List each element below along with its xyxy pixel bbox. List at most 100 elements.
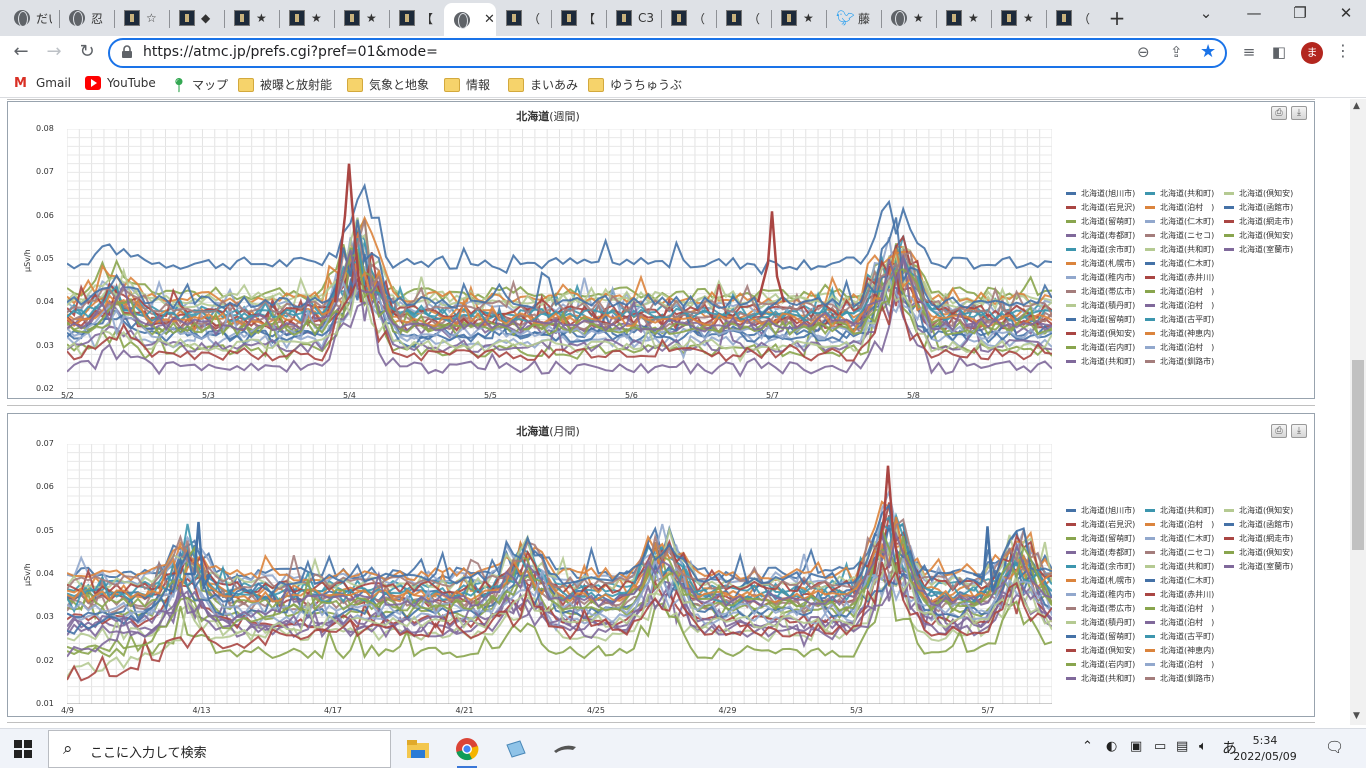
legend-item[interactable]: 北海道(倶知安) bbox=[1224, 188, 1293, 199]
legend-item[interactable]: 北海道(岩内町) bbox=[1066, 659, 1135, 670]
legend-item[interactable]: 北海道(共和町) bbox=[1145, 244, 1214, 255]
legend-item[interactable]: 北海道(札幌市) bbox=[1066, 575, 1135, 586]
legend-item[interactable]: 北海道(室蘭市) bbox=[1224, 561, 1293, 572]
scroll-up-arrow[interactable]: ▲ bbox=[1353, 101, 1360, 111]
legend-item[interactable]: 北海道(釧路市) bbox=[1145, 673, 1214, 684]
browser-tab[interactable]: ☆ bbox=[114, 3, 169, 33]
bookmark-item[interactable]: まいあみ bbox=[508, 76, 578, 93]
legend-item[interactable]: 北海道(網走市) bbox=[1224, 533, 1293, 544]
chrome-taskbar-icon[interactable] bbox=[453, 735, 481, 768]
page-scrollbar[interactable]: ▲ ▼ bbox=[1350, 99, 1366, 725]
browser-tab[interactable]: ★ bbox=[334, 3, 389, 33]
legend-item[interactable]: 北海道(仁木町) bbox=[1145, 533, 1214, 544]
legend-item[interactable]: 北海道(留萌町) bbox=[1066, 216, 1135, 227]
menu-icon[interactable]: ⋮ bbox=[1330, 41, 1356, 60]
print-icon[interactable]: ⎙ bbox=[1271, 106, 1287, 120]
browser-tab[interactable]: ✕ bbox=[444, 3, 496, 36]
legend-item[interactable]: 北海道(倶知安) bbox=[1224, 547, 1293, 558]
legend-item[interactable]: 北海道(泊村 ) bbox=[1145, 617, 1214, 628]
legend-item[interactable]: 北海道(共和町) bbox=[1145, 188, 1214, 199]
legend-item[interactable]: 北海道(帯広市) bbox=[1066, 286, 1135, 297]
legend-item[interactable]: 北海道(余市町) bbox=[1066, 561, 1135, 572]
new-tab-button[interactable]: + bbox=[1097, 6, 1137, 30]
taskbar-clock[interactable]: 5:34 2022/05/09 bbox=[1230, 733, 1300, 765]
browser-tab[interactable]: （ bbox=[1046, 3, 1101, 33]
legend-item[interactable]: 北海道(網走市) bbox=[1224, 216, 1293, 227]
volume-icon[interactable]: 🔈︎ bbox=[1199, 739, 1207, 754]
legend-item[interactable]: 北海道(旭川市) bbox=[1066, 505, 1135, 516]
notepad-icon[interactable] bbox=[502, 735, 530, 763]
bookmark-item[interactable]: 情報 bbox=[444, 76, 490, 93]
profile-avatar[interactable]: ま bbox=[1301, 42, 1323, 64]
browser-tab[interactable]: （ bbox=[716, 3, 771, 33]
legend-item[interactable]: 北海道(積丹町) bbox=[1066, 617, 1135, 628]
legend-item[interactable]: 北海道(泊村 ) bbox=[1145, 519, 1214, 530]
windows-start-icon[interactable] bbox=[14, 740, 32, 758]
browser-tab[interactable]: 【 bbox=[389, 3, 444, 33]
url-text[interactable]: https://atmc.jp/prefs.cgi?pref=01&mode= bbox=[143, 44, 438, 60]
browser-tab[interactable]: ◆ bbox=[169, 3, 224, 33]
file-explorer-icon[interactable] bbox=[404, 735, 432, 763]
address-bar[interactable]: https://atmc.jp/prefs.cgi?pref=01&mode= … bbox=[108, 38, 1227, 68]
legend-item[interactable]: 北海道(札幌市) bbox=[1066, 258, 1135, 269]
legend-item[interactable]: 北海道(共和町) bbox=[1066, 673, 1135, 684]
minimize-button[interactable]: — bbox=[1234, 4, 1274, 22]
scroll-down-arrow[interactable]: ▼ bbox=[1353, 711, 1360, 721]
download-icon[interactable]: ⤓ bbox=[1291, 106, 1307, 120]
legend-item[interactable]: 北海道(積丹町) bbox=[1066, 300, 1135, 311]
browser-tab[interactable]: （ bbox=[661, 3, 716, 33]
legend-item[interactable]: 北海道(岩見沢) bbox=[1066, 519, 1135, 530]
zoom-icon[interactable]: ⊖ bbox=[1137, 43, 1150, 61]
legend-item[interactable]: 北海道(共和町) bbox=[1066, 356, 1135, 367]
legend-item[interactable]: 北海道(寿都町) bbox=[1066, 547, 1135, 558]
legend-item[interactable]: 北海道(稚内市) bbox=[1066, 589, 1135, 600]
bookmark-item[interactable]: M Gmail bbox=[14, 76, 71, 91]
forward-button[interactable]: → bbox=[41, 41, 67, 62]
legend-item[interactable]: 北海道(共和町) bbox=[1145, 561, 1214, 572]
browser-tab[interactable]: ★ bbox=[771, 3, 826, 33]
legend-item[interactable]: 北海道(留萌町) bbox=[1066, 314, 1135, 325]
legend-item[interactable]: 北海道(赤井川) bbox=[1145, 272, 1214, 283]
browser-tab[interactable]: （ bbox=[496, 3, 551, 33]
restore-button[interactable]: ❐ bbox=[1280, 4, 1320, 22]
bookmark-item[interactable]: YouTube bbox=[85, 76, 156, 90]
browser-tab[interactable]: ★ bbox=[991, 3, 1046, 33]
browser-tab[interactable]: 🐦︎ 藤 bbox=[826, 3, 881, 33]
close-tab-icon[interactable]: ✕ bbox=[484, 12, 495, 27]
back-button[interactable]: ← bbox=[8, 41, 34, 62]
notifications-icon[interactable]: 🗨︎ bbox=[1325, 738, 1344, 756]
legend-item[interactable]: 北海道(留萌町) bbox=[1066, 631, 1135, 642]
browser-tab[interactable]: だい bbox=[4, 3, 59, 33]
browser-tab[interactable]: ★ bbox=[936, 3, 991, 33]
bookmark-star-icon[interactable]: ★ bbox=[1200, 41, 1216, 62]
legend-item[interactable]: 北海道(余市町) bbox=[1066, 244, 1135, 255]
reading-list-icon[interactable]: ≡ bbox=[1236, 43, 1262, 61]
legend-item[interactable]: 北海道(仁木町) bbox=[1145, 258, 1214, 269]
legend-item[interactable]: 北海道(泊村 ) bbox=[1145, 202, 1214, 213]
bookmark-item[interactable]: 被曝と放射能 bbox=[238, 76, 332, 93]
legend-item[interactable]: 北海道(仁木町) bbox=[1145, 575, 1214, 586]
legend-item[interactable]: 北海道(釧路市) bbox=[1145, 356, 1214, 367]
legend-item[interactable]: 北海道(倶知安) bbox=[1066, 645, 1135, 656]
browser-tab[interactable]: ★ bbox=[224, 3, 279, 33]
legend-item[interactable]: 北海道(泊村 ) bbox=[1145, 659, 1214, 670]
bookmark-item[interactable]: 気象と地象 bbox=[347, 76, 429, 93]
legend-item[interactable]: 北海道(寿都町) bbox=[1066, 230, 1135, 241]
legend-item[interactable]: 北海道(旭川市) bbox=[1066, 188, 1135, 199]
legend-item[interactable]: 北海道(稚内市) bbox=[1066, 272, 1135, 283]
bookmark-item[interactable]: ゆうちゅうぶ bbox=[588, 76, 682, 93]
legend-item[interactable]: 北海道(古平町) bbox=[1145, 631, 1214, 642]
legend-item[interactable]: 北海道(共和町) bbox=[1145, 505, 1214, 516]
download-icon[interactable]: ⤓ bbox=[1291, 424, 1307, 438]
tab-search-icon[interactable]: ⌄ bbox=[1186, 4, 1226, 22]
legend-item[interactable]: 北海道(神恵内) bbox=[1145, 645, 1214, 656]
browser-tab[interactable]: 【 bbox=[551, 3, 606, 33]
browser-tab[interactable]: ★ bbox=[279, 3, 334, 33]
close-window-button[interactable]: ✕ bbox=[1326, 4, 1366, 22]
browser-tab[interactable]: C3 bbox=[606, 3, 661, 33]
print-icon[interactable]: ⎙ bbox=[1271, 424, 1287, 438]
taskbar-search-box[interactable]: ⌕ ここに入力して検索 bbox=[48, 730, 391, 768]
bookmark-item[interactable]: 📍︎ マップ bbox=[170, 76, 228, 94]
network-icon[interactable]: ▭ bbox=[1154, 739, 1166, 754]
legend-item[interactable]: 北海道(倶知安) bbox=[1066, 328, 1135, 339]
